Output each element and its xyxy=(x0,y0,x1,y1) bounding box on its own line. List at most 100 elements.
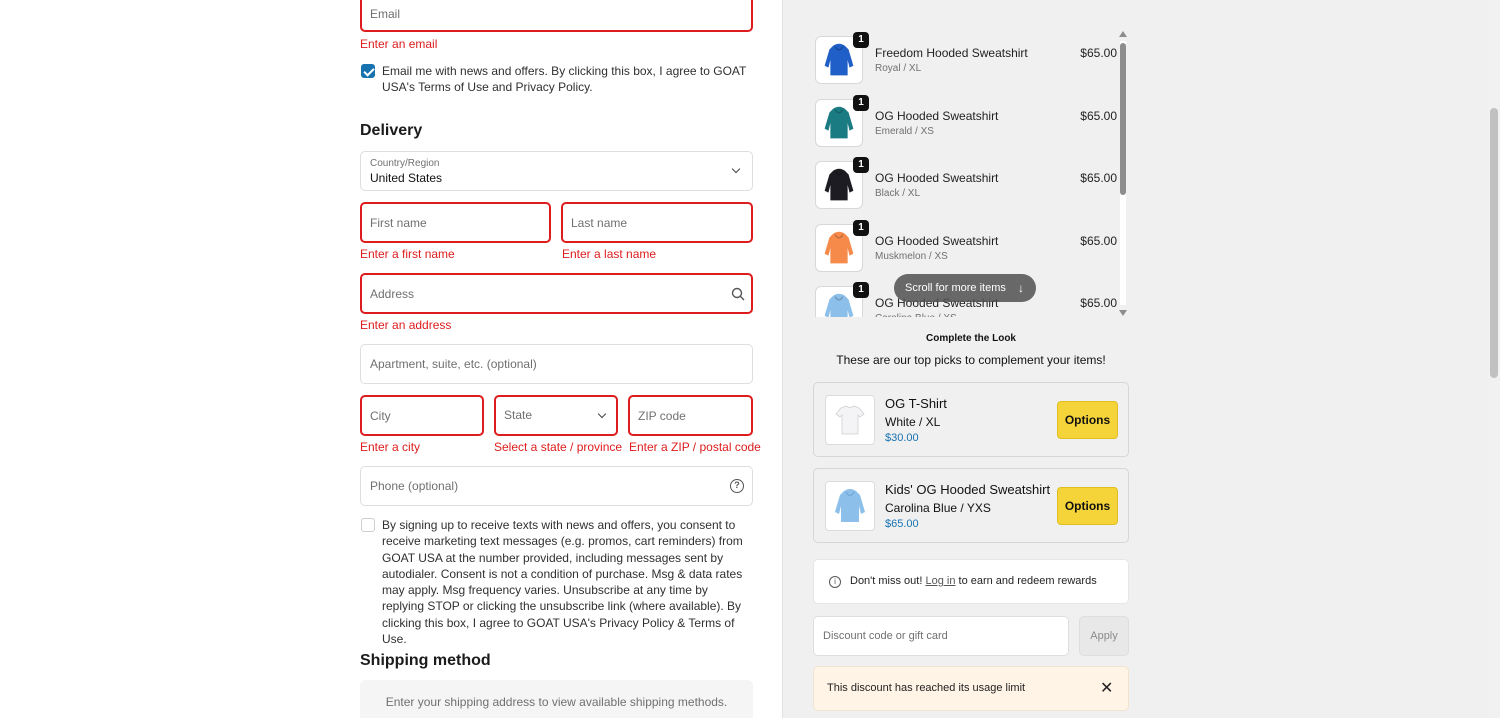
shipping-method-placeholder: Enter your shipping address to view avai… xyxy=(360,680,753,718)
city-placeholder: City xyxy=(370,408,391,423)
shipping-method-heading: Shipping method xyxy=(360,652,491,669)
email-error: Enter an email xyxy=(360,37,438,51)
info-icon: i xyxy=(829,576,841,588)
cart-scrollbar-thumb[interactable] xyxy=(1120,43,1126,195)
cart-item: 1 OG Hooded Sweatshirt Emerald / XS $65.00 xyxy=(812,92,1117,154)
phone-field[interactable]: Phone (optional) ? xyxy=(360,466,753,506)
upsell-price: $65.00 xyxy=(885,518,919,530)
chevron-down-icon xyxy=(597,409,607,419)
state-error: Select a state / province xyxy=(494,440,623,454)
rewards-prefix: Don't miss out! xyxy=(850,575,926,587)
delivery-heading: Delivery xyxy=(360,122,423,139)
cart-item-variant: Royal / XL xyxy=(875,63,922,74)
discount-notice-text: This discount has reached its usage limi… xyxy=(827,682,1026,694)
apply-button[interactable]: Apply xyxy=(1079,616,1129,656)
country-label: Country/Region xyxy=(370,158,440,169)
zip-placeholder: ZIP code xyxy=(638,408,686,423)
email-placeholder: Email xyxy=(370,7,401,21)
rewards-suffix: to earn and redeem rewards xyxy=(955,575,1097,587)
options-button[interactable]: Options xyxy=(1057,401,1118,439)
checkout-form-panel: Email Enter an email Email me with news … xyxy=(0,0,783,718)
options-button[interactable]: Options xyxy=(1057,487,1118,525)
upsell-variant: White / XL xyxy=(885,415,941,429)
last-name-field[interactable]: Last name xyxy=(561,202,753,243)
quantity-badge: 1 xyxy=(853,94,869,111)
arrow-down-icon: ↓ xyxy=(1018,281,1024,295)
cart-item-price: $65.00 xyxy=(1080,296,1117,310)
cart-item-price: $65.00 xyxy=(1080,233,1117,248)
rewards-banner: i Don't miss out! Log in to earn and red… xyxy=(813,559,1129,604)
cart-item: 1 OG Hooded Sweatshirt Muskmelon / XS $65.0… xyxy=(812,217,1117,279)
upsell-name: OG T-Shirt xyxy=(885,396,947,411)
first-name-error: Enter a first name xyxy=(360,247,455,261)
newsletter-text: Email me with news and offers. By clicki… xyxy=(382,64,747,95)
complete-look-subtitle: These are our top picks to complement yo… xyxy=(836,353,1106,367)
complete-look-title: Complete the Look xyxy=(925,333,1016,344)
sms-checkbox[interactable] xyxy=(361,518,375,532)
cart-item-variant: Black / XL xyxy=(875,188,921,199)
apartment-placeholder: Apartment, suite, etc. (optional) xyxy=(370,357,537,371)
cart-item-name: OG Hooded Sweatshirt xyxy=(875,171,999,185)
discount-notice: This discount has reached its usage limi… xyxy=(813,666,1129,711)
cart-item-price: $65.00 xyxy=(1080,171,1117,185)
cart-item: 1 OG Hooded Sweatshirt Black / XL $65.00 xyxy=(812,154,1117,216)
page-scrollbar-thumb[interactable] xyxy=(1490,108,1498,378)
cart-item-variant: Muskmelon / XS xyxy=(875,250,948,262)
tshirt-icon xyxy=(835,405,865,435)
address-error: Enter an address xyxy=(360,318,452,332)
search-icon xyxy=(731,287,745,301)
quantity-badge: 1 xyxy=(853,282,869,298)
cart-item-variant: Emerald / XS xyxy=(875,125,934,137)
upsell-card: OG T-Shirt White / XL $30.00 Options xyxy=(813,382,1129,457)
cart-item-name: OG Hooded Sweatshirt xyxy=(875,233,999,248)
login-link[interactable]: Log in xyxy=(925,575,955,587)
discount-code-input[interactable]: Discount code or gift card xyxy=(813,616,1069,656)
newsletter-checkbox[interactable] xyxy=(361,64,375,78)
product-thumbnail xyxy=(825,481,875,531)
sms-consent-text: By signing up to receive texts with news… xyxy=(382,518,743,647)
upsell-name: Kids' OG Hooded Sweatshirt xyxy=(885,482,1051,497)
address-placeholder: Address xyxy=(370,286,415,301)
upsell-variant: Carolina Blue / YXS xyxy=(885,501,991,515)
cart-item: 1 Freedom Hooded Sweatshirt Royal / XL $65.… xyxy=(812,29,1117,91)
quantity-badge: 1 xyxy=(853,157,869,173)
state-placeholder: State xyxy=(504,408,533,422)
close-icon[interactable]: ✕ xyxy=(1100,678,1113,698)
country-value: United States xyxy=(370,171,443,185)
product-thumbnail xyxy=(825,395,875,445)
apartment-field[interactable]: Apartment, suite, etc. (optional) xyxy=(360,344,753,384)
scroll-down-arrow-icon[interactable] xyxy=(1119,310,1127,316)
cart-item-price: $65.00 xyxy=(1080,46,1117,60)
rewards-text: Don't miss out! Log in to earn and redee… xyxy=(850,575,1097,587)
scroll-hint-label: Scroll for more items xyxy=(905,282,1006,294)
chevron-down-icon xyxy=(731,164,741,174)
first-name-placeholder: First name xyxy=(370,215,427,230)
cart-item-name: Freedom Hooded Sweatshirt xyxy=(875,46,1028,60)
quantity-badge: 1 xyxy=(853,32,869,48)
discount-placeholder: Discount code or gift card xyxy=(823,630,948,642)
cart-item-name: OG Hooded Sweatshirt xyxy=(875,108,999,123)
cart-scrollbar[interactable] xyxy=(1118,31,1128,316)
zip-error: Enter a ZIP / postal code xyxy=(629,440,761,454)
last-name-placeholder: Last name xyxy=(571,215,628,230)
city-field[interactable]: City xyxy=(360,395,484,436)
cart-item-variant: Carolina Blue / XS xyxy=(875,313,957,317)
first-name-field[interactable]: First name xyxy=(360,202,551,243)
scroll-for-more-button[interactable]: Scroll for more items ↓ xyxy=(894,274,1036,302)
shipping-method-placeholder-text: Enter your shipping address to view avai… xyxy=(385,695,728,709)
zip-field[interactable]: ZIP code xyxy=(628,395,753,436)
address-field[interactable]: Address xyxy=(360,273,753,314)
phone-placeholder: Phone (optional) xyxy=(370,479,459,493)
hoodie-icon xyxy=(835,489,865,522)
scroll-up-arrow-icon[interactable] xyxy=(1119,31,1127,37)
upsell-card: Kids' OG Hooded Sweatshirt Carolina Blue… xyxy=(813,468,1129,543)
upsell-price: $30.00 xyxy=(885,432,919,444)
email-field[interactable]: Email xyxy=(360,0,753,32)
last-name-error: Enter a last name xyxy=(562,247,657,261)
cart-item-price: $65.00 xyxy=(1080,108,1117,123)
help-icon[interactable]: ? xyxy=(730,479,744,493)
state-select[interactable]: State xyxy=(494,395,618,436)
page-scrollbar[interactable] xyxy=(1488,0,1500,718)
country-select[interactable]: Country/Region United States xyxy=(360,151,753,191)
city-error: Enter a city xyxy=(360,440,421,454)
